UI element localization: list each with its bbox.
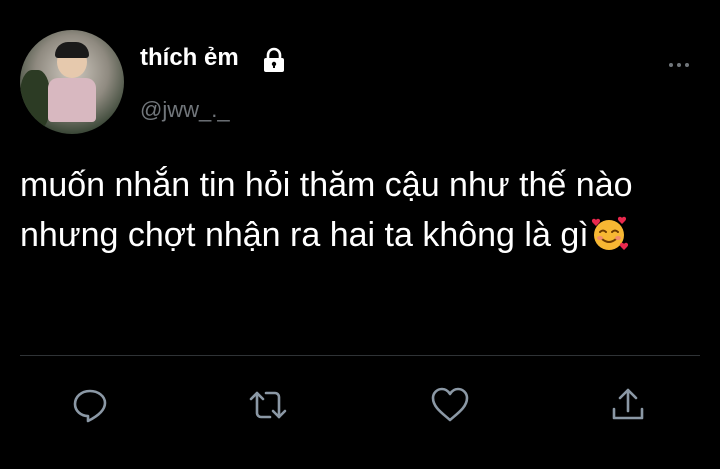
avatar[interactable] [20, 30, 124, 134]
retweet-icon [249, 391, 287, 419]
retweet-button[interactable] [248, 385, 288, 425]
divider [20, 355, 700, 356]
display-name[interactable]: thích ẻm [140, 44, 239, 72]
avatar-hair [55, 42, 89, 58]
more-dot [685, 63, 689, 67]
tweet-text-line-with-emoji: nhưng chợt nhận ra hai ta không là gì [20, 210, 710, 260]
lock-icon [264, 47, 284, 72]
like-button[interactable] [430, 385, 470, 425]
avatar-body [48, 78, 96, 122]
tweet-card: thích ẻm @jww_._ muốn nhắn tin hỏi thăm … [0, 0, 720, 469]
tweet-text-line: muốn nhắn tin hỏi thăm cậu như thế nào [20, 166, 633, 204]
avatar-foliage [20, 70, 50, 130]
reply-icon [73, 389, 107, 423]
more-options-icon[interactable] [662, 50, 696, 80]
smiling-face-with-hearts-emoji-icon [591, 216, 628, 250]
tweet-text: muốn nhắn tin hỏi thăm cậu như thế nào n… [20, 160, 710, 260]
tweet-text-line: nhưng chợt nhận ra hai ta không là gì [20, 216, 589, 254]
share-button[interactable] [608, 385, 648, 425]
reply-button[interactable] [70, 385, 110, 425]
more-dot [669, 63, 673, 67]
user-handle[interactable]: @jww_._ [140, 97, 230, 123]
heart-icon [431, 387, 469, 422]
share-icon [612, 388, 644, 420]
more-dot [677, 63, 681, 67]
